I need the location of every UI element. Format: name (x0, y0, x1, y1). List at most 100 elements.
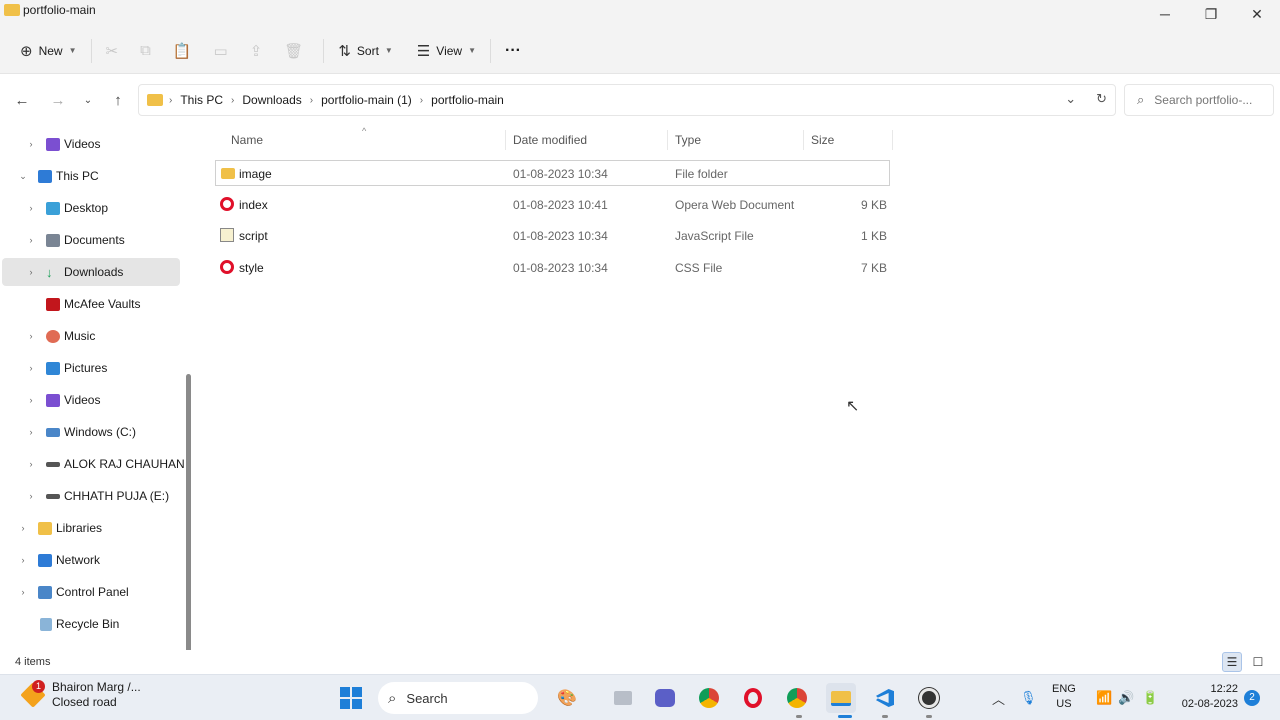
forward-button[interactable]: → (42, 85, 74, 115)
nav-item-desktop[interactable]: › Desktop (0, 194, 180, 222)
column-header-date-modified[interactable]: Date modified (513, 126, 673, 154)
chevron-right-icon[interactable]: › (24, 235, 38, 245)
chevron-right-icon[interactable]: › (231, 95, 234, 106)
nav-item-downloads[interactable]: › ↓ Downloads (2, 258, 180, 286)
chevron-right-icon[interactable]: › (420, 95, 423, 106)
chevron-right-icon[interactable]: › (24, 363, 38, 373)
chevron-right-icon[interactable]: › (16, 587, 30, 597)
chevron-down-icon[interactable]: ⌄ (1065, 91, 1076, 107)
nav-item-chhath-puja[interactable]: › CHHATH PUJA (E:) (0, 482, 180, 510)
chevron-down-icon[interactable]: ⌄ (16, 171, 30, 182)
nav-item-mcafee-vaults[interactable]: McAfee Vaults (0, 290, 180, 318)
teams-chat-icon[interactable] (650, 683, 680, 713)
minimize-button[interactable]: ─ (1142, 0, 1188, 28)
nav-item-libraries[interactable]: › Libraries (0, 514, 180, 542)
copy-button[interactable]: ⧉ (132, 35, 165, 67)
up-button[interactable]: ↑ (102, 85, 134, 115)
new-button[interactable]: ⊕ New ▼ (12, 35, 85, 67)
details-view-icon[interactable]: ☰ (1222, 652, 1242, 672)
search-input[interactable] (1154, 93, 1259, 107)
search-icon: ⌕ (1137, 92, 1145, 107)
tiles-view-icon[interactable]: ☐ (1248, 652, 1268, 672)
opera-icon[interactable] (738, 683, 768, 713)
chrome-icon[interactable] (694, 683, 724, 713)
chevron-right-icon[interactable]: › (310, 95, 313, 106)
paste-button[interactable]: 📋 (165, 35, 206, 67)
column-header-size[interactable]: Size (811, 126, 891, 154)
breadcrumb-portfolio-main[interactable]: portfolio-main (431, 93, 504, 107)
language-indicator[interactable]: ENG US (1052, 682, 1076, 712)
chevron-right-icon[interactable]: › (24, 331, 38, 341)
nav-item-label: Desktop (64, 201, 109, 215)
address-bar[interactable]: › This PC › Downloads › portfolio-main (… (138, 84, 1116, 116)
search-highlight-icon[interactable]: 🎨 (552, 683, 582, 713)
cut-button[interactable]: ✂ (98, 35, 133, 67)
breadcrumb-this-pc[interactable]: This PC (180, 93, 223, 107)
rename-button[interactable]: ▭ (206, 35, 242, 67)
column-divider[interactable] (803, 130, 804, 150)
vscode-icon[interactable] (870, 683, 900, 713)
column-header-name[interactable]: Name (231, 126, 511, 154)
task-view-icon[interactable] (608, 683, 638, 713)
refresh-icon[interactable]: ↻ (1096, 91, 1107, 107)
notification-badge[interactable]: 2 (1244, 690, 1260, 706)
nav-item-windows-c[interactable]: › Windows (C:) (0, 418, 180, 446)
nav-item-pictures[interactable]: › Pictures (0, 354, 180, 382)
nav-item-control-panel[interactable]: › Control Panel (0, 578, 180, 606)
nav-item-videos[interactable]: › Videos (0, 130, 180, 158)
recent-locations-button[interactable]: ⌄ (72, 85, 104, 115)
column-divider[interactable] (505, 130, 506, 150)
nav-item-recycle-bin[interactable]: Recycle Bin (0, 610, 180, 638)
wifi-icon[interactable]: 📶 (1096, 675, 1112, 720)
column-header-type[interactable]: Type (675, 126, 805, 154)
view-button[interactable]: ☰ View ▼ (409, 35, 484, 67)
chevron-right-icon[interactable]: › (24, 427, 38, 437)
nav-item-documents[interactable]: › Documents (0, 226, 180, 254)
chrome-profile-icon[interactable] (782, 683, 812, 713)
table-row[interactable]: script 01-08-2023 10:34 JavaScript File … (215, 223, 890, 249)
obs-icon[interactable] (914, 683, 944, 713)
back-button[interactable]: ← (6, 85, 38, 115)
nav-item-videos-2[interactable]: › Videos (0, 386, 180, 414)
chevron-right-icon[interactable]: › (24, 139, 38, 149)
taskbar-search[interactable]: ⌕ Search (378, 682, 538, 714)
nav-item-this-pc[interactable]: ⌄ This PC (0, 162, 180, 190)
table-row[interactable]: image 01-08-2023 10:34 File folder (215, 160, 890, 186)
restore-button[interactable]: ❐ (1188, 0, 1234, 28)
chevron-right-icon[interactable]: › (24, 203, 38, 213)
breadcrumb-portfolio-main-1[interactable]: portfolio-main (1) (321, 93, 412, 107)
share-button[interactable]: ⇪ (242, 35, 277, 67)
table-row[interactable]: style 01-08-2023 10:34 CSS File 7 KB (215, 255, 890, 281)
start-button[interactable] (336, 683, 366, 713)
chevron-right-icon[interactable]: › (16, 523, 30, 533)
nav-scrollbar[interactable] (186, 374, 191, 666)
nav-item-music[interactable]: › Music (0, 322, 180, 350)
clock[interactable]: 12:22 02-08-2023 (1170, 682, 1238, 712)
column-divider[interactable] (892, 130, 893, 150)
more-button[interactable]: ··· (497, 35, 529, 67)
nav-item-network[interactable]: › Network (0, 546, 180, 574)
close-button[interactable]: ✕ (1234, 0, 1280, 28)
chevron-right-icon[interactable]: › (24, 267, 38, 277)
show-hidden-icons[interactable]: ︿ (992, 675, 1005, 720)
nav-item-alok-raj-chauhan[interactable]: › ALOK RAJ CHAUHAN (0, 450, 194, 478)
weather-widget[interactable]: 1 Bhairon Marg /... Closed road (20, 680, 141, 710)
chevron-right-icon[interactable]: › (24, 491, 38, 501)
title-bar: portfolio-main ─ ❐ ✕ (0, 0, 1280, 28)
sort-button[interactable]: ⇅ Sort ▼ (330, 35, 401, 67)
file-explorer-icon[interactable] (826, 683, 856, 713)
table-row[interactable]: index 01-08-2023 10:41 Opera Web Documen… (215, 192, 890, 218)
battery-icon[interactable]: 🔋 (1142, 675, 1158, 720)
column-divider[interactable] (667, 130, 668, 150)
microphone-icon[interactable]: 🎙 (1020, 675, 1037, 720)
chevron-right-icon[interactable]: › (24, 459, 38, 469)
copy-icon: ⧉ (140, 42, 151, 59)
volume-icon[interactable]: 🔊 (1118, 675, 1134, 720)
chevron-right-icon[interactable]: › (24, 395, 38, 405)
search-box[interactable]: ⌕ (1124, 84, 1274, 116)
chevron-down-icon: ⌄ (83, 94, 93, 106)
file-type: CSS File (675, 261, 723, 275)
chevron-right-icon[interactable]: › (16, 555, 30, 565)
breadcrumb-downloads[interactable]: Downloads (242, 93, 301, 107)
delete-button[interactable]: 🗑 (276, 35, 317, 67)
